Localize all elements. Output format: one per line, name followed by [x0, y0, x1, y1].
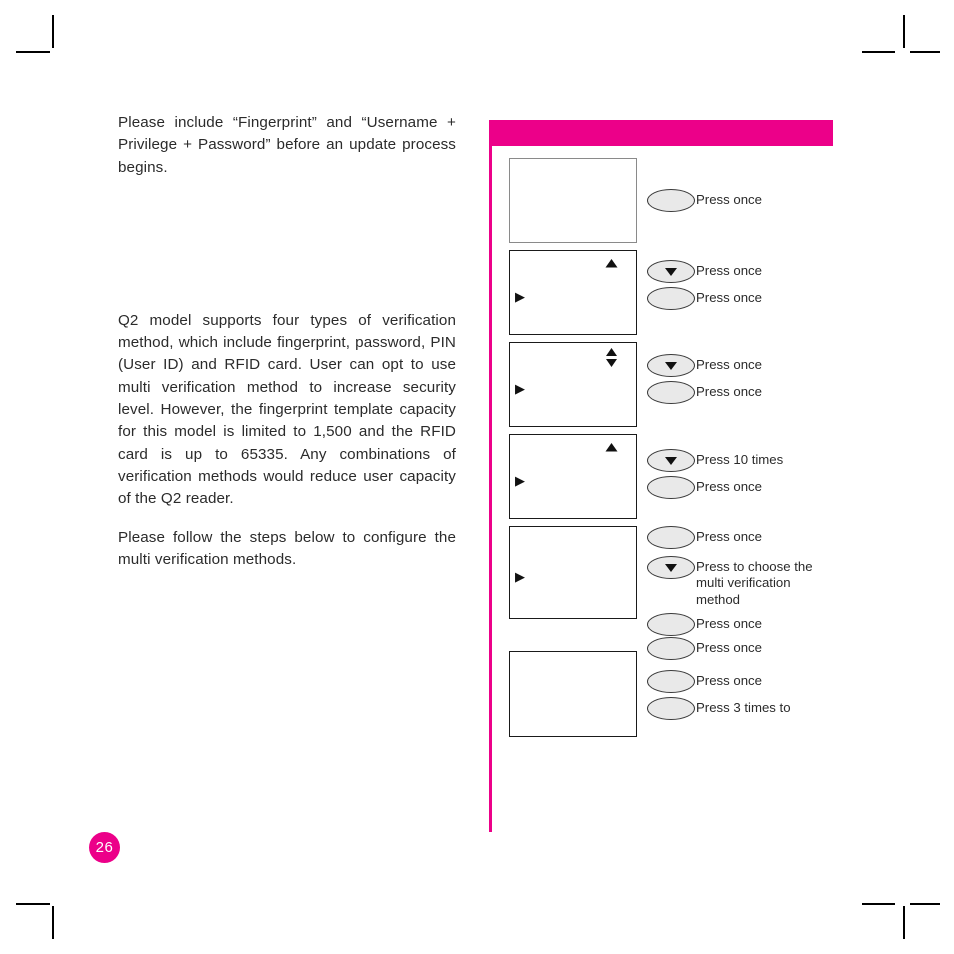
instruction-label: Press once	[696, 640, 762, 655]
chevron-down-icon	[665, 456, 677, 465]
crop-mark-top-right-horizontal-b	[910, 51, 940, 53]
paragraph-follow-steps: Please follow the steps below to configu…	[118, 528, 456, 568]
instruction-row-press-10-times: Press 10 times	[647, 449, 783, 472]
down-arrow-key-button[interactable]	[647, 556, 695, 579]
screen-1	[509, 158, 637, 243]
blank-key-button[interactable]	[647, 637, 695, 660]
crop-mark-bottom-right-horizontal-a	[862, 903, 895, 905]
procedure-diagram-column: ▶ ▶ ▶ ▶ Press once Press once Press once Press…	[489, 120, 849, 840]
crop-mark-top-right-vertical	[903, 15, 905, 48]
chevron-down-icon	[665, 563, 677, 572]
screen-2: ▶	[509, 250, 637, 335]
crop-mark-bottom-right-vertical	[903, 906, 905, 939]
instruction-label: Press once	[696, 384, 762, 399]
instruction-label: Press once	[696, 479, 762, 494]
section-vertical-rule	[489, 146, 492, 832]
instruction-label: Press 10 times	[696, 452, 784, 467]
blank-key-button[interactable]	[647, 613, 695, 636]
instruction-label: Press once	[696, 357, 762, 372]
blank-key-button[interactable]	[647, 189, 695, 212]
crop-mark-top-right-horizontal-a	[862, 51, 895, 53]
instruction-label: Press once	[696, 290, 762, 305]
left-text-column: Please include “Fingerprint” and “Userna…	[118, 112, 456, 571]
scroll-up-arrow-icon	[605, 443, 618, 452]
instruction-row-press-once-5: Press once	[647, 381, 762, 404]
screen-4: ▶	[509, 434, 637, 519]
scroll-up-down-arrow-icon	[605, 348, 618, 367]
blank-key-button[interactable]	[647, 381, 695, 404]
instruction-row-press-once-7: Press once	[647, 526, 762, 549]
instruction-label: Press once	[696, 529, 762, 544]
down-arrow-key-button[interactable]	[647, 449, 695, 472]
down-arrow-key-button[interactable]	[647, 260, 695, 283]
crop-mark-top-left-horizontal	[16, 51, 50, 53]
cursor-right-arrow-icon: ▶	[515, 568, 525, 584]
instruction-label: Press once	[696, 616, 762, 631]
scroll-up-arrow-icon	[605, 259, 618, 268]
screen-6	[509, 651, 637, 737]
instruction-label: Press to choose the multi verification m…	[696, 559, 813, 607]
instruction-label: Press once	[696, 192, 762, 207]
section-header-bar	[489, 120, 833, 146]
crop-mark-bottom-left-horizontal	[16, 903, 50, 905]
instruction-row-press-once-9: Press once	[647, 637, 762, 660]
crop-mark-bottom-left-vertical	[52, 906, 54, 939]
screen-5: ▶	[509, 526, 637, 619]
instruction-row-press-once-3: Press once	[647, 287, 762, 310]
instruction-row-press-3-times-to: Press 3 times to	[647, 697, 791, 720]
blank-key-button[interactable]	[647, 670, 695, 693]
instruction-row-press-once-4: Press once	[647, 354, 762, 377]
instruction-row-press-once-10: Press once	[647, 670, 762, 693]
screen-3: ▶	[509, 342, 637, 427]
crop-mark-bottom-right-horizontal-b	[910, 903, 940, 905]
page-number-badge: 26	[89, 832, 120, 863]
instruction-label: Press once	[696, 673, 762, 688]
blank-key-button[interactable]	[647, 697, 695, 720]
chevron-down-icon	[665, 361, 677, 370]
instruction-row-press-once-1: Press once	[647, 189, 762, 212]
blank-key-button[interactable]	[647, 287, 695, 310]
paragraph-verification-overview: Q2 model supports four types of verifica…	[118, 311, 456, 508]
instruction-row-press-once-6: Press once	[647, 476, 762, 499]
cursor-right-arrow-icon: ▶	[515, 289, 525, 305]
chevron-down-icon	[665, 267, 677, 276]
cursor-right-arrow-icon: ▶	[515, 381, 525, 397]
down-arrow-key-button[interactable]	[647, 354, 695, 377]
blank-key-button[interactable]	[647, 476, 695, 499]
crop-mark-top-left-vertical	[52, 15, 54, 48]
cursor-right-arrow-icon: ▶	[515, 473, 525, 489]
instruction-row-press-once-8: Press once	[647, 613, 762, 636]
paragraph-intro-note: Please include “Fingerprint” and “Userna…	[118, 114, 456, 176]
blank-key-button[interactable]	[647, 526, 695, 549]
instruction-row-press-once-2: Press once	[647, 260, 762, 283]
instruction-label: Press 3 times to	[696, 700, 791, 715]
instruction-row-press-choose-method: Press to choose the multi verification m…	[647, 556, 813, 608]
instruction-label: Press once	[696, 263, 762, 278]
